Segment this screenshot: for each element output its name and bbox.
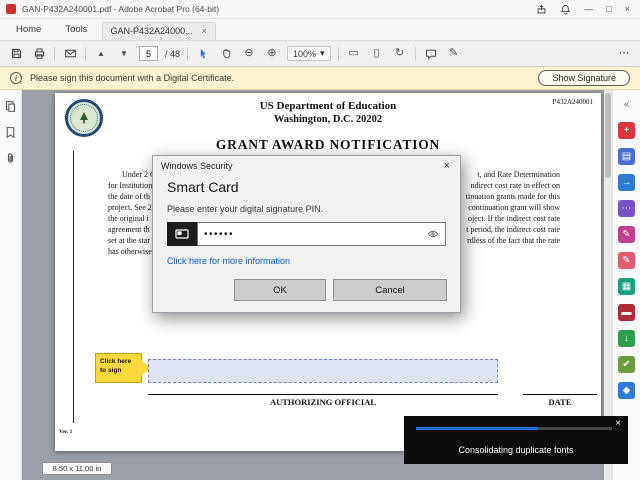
smart-card-icon — [167, 222, 197, 246]
maximize-button[interactable]: □ — [606, 4, 611, 14]
page-size-indicator: 8.50 x 11.00 in — [42, 462, 112, 475]
scrollbar-thumb[interactable] — [605, 93, 611, 178]
acrobat-window: GAN-P432A240001.pdf - Adobe Acrobat Pro … — [0, 0, 640, 480]
ok-button[interactable]: OK — [234, 279, 326, 301]
tab-tools[interactable]: Tools — [53, 24, 99, 40]
more-information-link[interactable]: Click here for more information — [167, 256, 446, 266]
zoom-level-dropdown[interactable]: 100% ▾ — [287, 46, 331, 61]
date-line — [523, 394, 597, 395]
comment-tool-icon[interactable] — [423, 46, 439, 62]
toolbar-divider — [54, 46, 55, 61]
callout-line2: to sign — [100, 366, 122, 374]
page-number-input[interactable] — [139, 46, 158, 61]
next-page-icon[interactable]: ▼ — [116, 46, 132, 62]
authorizing-official-label: AUTHORIZING OFFICIAL — [269, 397, 377, 407]
comment-icon[interactable]: ⋯ — [618, 200, 635, 217]
close-button[interactable]: × — [625, 4, 630, 14]
table-border-line — [73, 151, 74, 423]
acrobat-app-icon — [6, 4, 16, 14]
hand-tool-icon[interactable] — [218, 46, 234, 62]
version-label: Ver. 1 — [59, 429, 73, 435]
prepare-form-icon[interactable]: ✔ — [618, 356, 635, 373]
tab-document[interactable]: GAN-P432A24000... × — [101, 22, 216, 40]
progress-bar-fill — [416, 427, 538, 430]
highlight-tool-icon[interactable]: ✎ — [446, 46, 462, 62]
compress-pdf-icon[interactable]: ↓ — [618, 330, 635, 347]
tab-document-label: GAN-P432A24000... — [110, 26, 193, 36]
minimize-button[interactable]: — — [584, 4, 593, 14]
bookmarks-icon[interactable] — [4, 126, 17, 139]
rotate-view-icon[interactable]: ↻ — [392, 46, 408, 62]
zoom-level-value: 100% — [293, 48, 317, 59]
redact-icon[interactable]: ▬ — [618, 304, 635, 321]
title-bar: GAN-P432A240001.pdf - Adobe Acrobat Pro … — [0, 0, 640, 19]
page-count-label: / 48 — [165, 48, 181, 59]
attachments-paperclip-icon[interactable] — [4, 152, 17, 165]
progress-toast: × Consolidating duplicate fonts — [404, 416, 628, 464]
more-tools-icon[interactable]: ⋯ — [616, 46, 632, 62]
dialog-title: Windows Security — [161, 161, 233, 171]
progress-bar-track — [416, 427, 612, 430]
tab-bar: Home Tools GAN-P432A24000... × — [0, 19, 640, 41]
create-pdf-icon[interactable]: + — [618, 122, 635, 139]
edit-pdf-icon[interactable]: ✎ — [618, 252, 635, 269]
collapse-panel-icon[interactable]: « — [618, 96, 635, 113]
export-pdf-icon[interactable]: → — [618, 174, 635, 191]
notifications-bell-icon[interactable] — [560, 4, 571, 15]
dialog-buttons: OK Cancel — [234, 279, 447, 301]
window-title: GAN-P432A240001.pdf - Adobe Acrobat Pro … — [22, 4, 220, 14]
pin-input[interactable] — [204, 228, 427, 240]
fit-page-icon[interactable]: ▭ — [346, 46, 362, 62]
toolbar-divider — [187, 46, 189, 61]
organize-pages-icon[interactable]: ▦ — [618, 278, 635, 295]
share-icon[interactable] — [536, 4, 547, 15]
toolbar: ▲ ▼ / 48 ⊖ ⊕ 100% ▾ ▭ ▯ ↻ ✎ ⋯ — [0, 41, 640, 67]
protect-icon[interactable]: ◆ — [618, 382, 635, 399]
department-address: Washington, D.C. 20202 — [273, 114, 383, 125]
email-icon[interactable] — [62, 46, 78, 62]
zoom-in-icon[interactable]: ⊕ — [264, 46, 280, 62]
certificate-message: Please sign this document with a Digital… — [30, 73, 235, 83]
grant-award-title: GRANT AWARD NOTIFICATION — [215, 137, 441, 152]
tab-close-icon[interactable]: × — [202, 26, 207, 36]
click-here-to-sign-callout[interactable]: Click here to sign — [95, 353, 151, 383]
tab-home[interactable]: Home — [4, 24, 53, 40]
pin-prompt: Please enter your digital signature PIN. — [167, 204, 324, 214]
windows-security-dialog: Windows Security × Smart Card Please ent… — [152, 155, 461, 313]
department-heading: US Department of Education — [259, 100, 397, 112]
callout-line1: Click here — [100, 358, 132, 365]
digital-certificate-bar: i Please sign this document with a Digit… — [0, 67, 640, 90]
info-icon: i — [10, 72, 22, 84]
fit-width-icon[interactable]: ▯ — [369, 46, 385, 62]
dialog-heading: Smart Card — [167, 179, 239, 195]
fill-sign-icon[interactable]: ✎ — [618, 226, 635, 243]
combine-files-icon[interactable]: ▤ — [618, 148, 635, 165]
date-label: DATE — [548, 397, 572, 407]
toolbar-divider — [414, 46, 416, 61]
previous-page-icon[interactable]: ▲ — [93, 46, 109, 62]
save-icon[interactable] — [8, 46, 24, 62]
signature-line — [148, 394, 498, 395]
pin-entry-row — [167, 222, 446, 246]
toast-message: Consolidating duplicate fonts — [458, 445, 574, 455]
chevron-down-icon: ▾ — [320, 48, 325, 58]
toolbar-divider — [85, 46, 86, 61]
page-thumbnails-icon[interactable] — [4, 100, 17, 113]
select-tool-icon[interactable] — [195, 46, 211, 62]
dialog-title-bar: Windows Security × — [153, 156, 460, 176]
left-nav-rail — [0, 90, 22, 480]
reveal-password-eye-icon[interactable] — [427, 228, 439, 240]
toolbar-divider — [337, 46, 339, 61]
signature-field[interactable] — [148, 359, 498, 383]
toast-close-icon[interactable]: × — [615, 418, 621, 429]
zoom-out-icon[interactable]: ⊖ — [241, 46, 257, 62]
dialog-close-icon[interactable]: × — [442, 160, 452, 172]
show-signature-button[interactable]: Show Signature — [538, 70, 630, 86]
cancel-button[interactable]: Cancel — [333, 279, 447, 301]
print-icon[interactable] — [31, 46, 47, 62]
pin-input-box — [197, 222, 446, 246]
